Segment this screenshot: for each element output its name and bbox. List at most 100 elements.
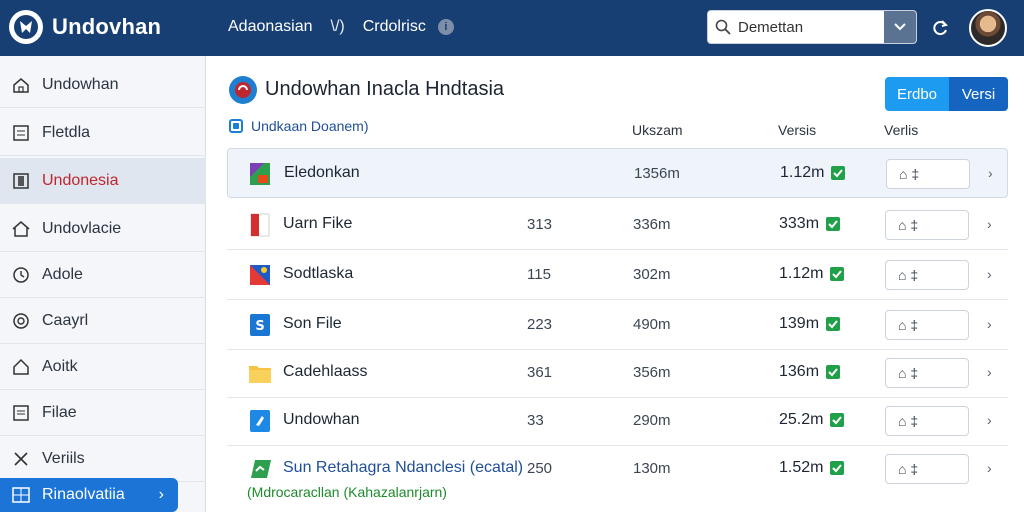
house-icon (0, 358, 42, 376)
folder-icon (247, 360, 273, 386)
check-icon (831, 166, 846, 180)
version-value: 1.12m (779, 265, 824, 282)
table-row[interactable]: Undowhan 33 290m 25.2m ⌂ ‡ › (227, 396, 1008, 446)
cell-size: 130m (633, 460, 671, 477)
check-icon (830, 267, 845, 281)
sidebar-item-label: Fletdla (42, 123, 91, 141)
app-file-icon (247, 408, 273, 434)
chevron-right-icon[interactable]: › (988, 165, 993, 181)
chevron-right-icon[interactable]: › (987, 364, 992, 380)
table-row[interactable]: Cadehlaass 361 356m 136m ⌂ ‡ › (227, 348, 1008, 398)
cell-size: 290m (633, 412, 671, 429)
search-input[interactable] (738, 11, 884, 43)
chevron-right-icon[interactable]: › (987, 316, 992, 332)
sidebar-item-label: Undonesia (42, 171, 119, 189)
settings-icon (0, 312, 42, 330)
sidebar-item-9[interactable]: Veriils (0, 436, 206, 482)
sidebar-item-6[interactable]: Caayrl (0, 298, 206, 344)
sidebar-item-label: Aoitk (42, 357, 78, 375)
sidebar-item-7[interactable]: Aoitk (0, 344, 206, 390)
column-header-1[interactable]: Ukszam (632, 122, 683, 138)
file-name[interactable]: Sodtlaska (283, 265, 353, 283)
version-value: 1.12m (780, 164, 825, 181)
search-box (707, 10, 917, 44)
title-logo-icon (229, 76, 257, 104)
cell-count: 115 (527, 266, 551, 283)
row-action-button[interactable]: ⌂ ‡ (885, 210, 969, 240)
sidebar-item-3[interactable]: Undonesia (0, 158, 206, 204)
file-name[interactable]: Uarn Fike (283, 215, 352, 233)
cell-version: 1.12m (780, 164, 846, 182)
check-icon (826, 365, 841, 379)
row-subtitle: (Mdrocaracllan (Kahazalanrjarn) (247, 484, 447, 500)
top-bar: Undovhan Adaonasian \/) Crdolrisc i (0, 0, 1024, 56)
version-value: 1.52m (779, 459, 824, 476)
sidebar-item-8[interactable]: Filae (0, 390, 206, 436)
grid-icon (0, 487, 42, 503)
toggle-button-a[interactable]: Erdbo (885, 77, 949, 111)
sidebar-item-1[interactable]: Undowhan (0, 62, 206, 108)
clock-icon (0, 266, 42, 284)
sidebar-item-2[interactable]: Fletdla (0, 110, 206, 156)
row-action-button[interactable]: ⌂ ‡ (885, 454, 969, 484)
checkbox[interactable] (229, 119, 243, 133)
house-icon (0, 220, 42, 238)
cell-size: 356m (633, 364, 671, 381)
list-icon (0, 404, 42, 422)
file-name[interactable]: Eledonkan (284, 164, 360, 182)
sidebar-item-5[interactable]: Adole (0, 252, 206, 298)
row-action-button[interactable]: ⌂ ‡ (885, 358, 969, 388)
refresh-icon[interactable] (928, 16, 952, 40)
sidebar-item-label: Adole (42, 265, 83, 283)
cell-count: 313 (527, 216, 553, 233)
brand-title: Undovhan (52, 14, 162, 39)
document-icon (0, 124, 42, 142)
cell-version: 139m (779, 315, 841, 333)
nav-item-1[interactable]: Adaonasian (228, 18, 313, 36)
table-row[interactable]: S Son File 223 490m 139m ⌂ ‡ › (227, 300, 1008, 350)
toggle-button-b[interactable]: Versi (949, 77, 1008, 111)
file-name[interactable]: Undowhan (283, 411, 360, 429)
top-nav: Adaonasian \/) Crdolrisc i (228, 18, 454, 36)
chevron-right-icon[interactable]: › (987, 412, 992, 428)
column-header-3[interactable]: Verlis (884, 122, 918, 138)
sidebar-item-label: Veriils (42, 449, 85, 467)
table-row[interactable]: Eledonkan 1356m 1.12m ⌂ ‡ › (227, 148, 1008, 198)
pdf-file-icon (247, 212, 273, 238)
cell-count: 223 (527, 316, 553, 333)
info-icon[interactable]: i (437, 19, 454, 35)
cell-version: 25.2m (779, 411, 845, 429)
sidebar-item-4[interactable]: Undovlacie (0, 206, 206, 252)
file-name[interactable]: Cadehlaass (283, 363, 368, 381)
cell-size: 1356m (634, 165, 680, 182)
chevron-right-icon[interactable]: › (987, 216, 992, 232)
select-all-row[interactable]: Undkaan Doanem) (229, 118, 369, 134)
nav-item-2[interactable]: Crdolrisc (363, 18, 426, 36)
chevron-right-icon[interactable]: › (987, 266, 992, 282)
version-value: 139m (779, 315, 820, 332)
svg-text:S: S (255, 319, 264, 334)
sidebar-item-label: Undowhan (42, 75, 119, 93)
column-header-2[interactable]: Versis (778, 122, 816, 138)
cell-version: 136m (779, 363, 841, 381)
cell-count: 361 (527, 364, 553, 381)
sidebar-item-label: Rinaolvatiia (42, 486, 125, 503)
row-action-button[interactable]: ⌂ ‡ (885, 260, 969, 290)
table-row[interactable]: Sodtlaska 115 302m 1.12m ⌂ ‡ › (227, 250, 1008, 300)
version-value: 333m (779, 215, 820, 232)
avatar[interactable] (969, 9, 1007, 47)
table-row[interactable]: Uarn Fike 313 336m 333m ⌂ ‡ › (227, 200, 1008, 250)
chevron-right-icon[interactable]: › (987, 460, 992, 476)
row-action-button[interactable]: ⌂ ‡ (885, 310, 969, 340)
row-action-button[interactable]: ⌂ ‡ (885, 406, 969, 436)
file-name[interactable]: Sun Retahagra Ndanclesi (ecatal) (283, 459, 523, 477)
home-icon (0, 76, 42, 94)
row-action-button[interactable]: ⌂ ‡ (886, 159, 970, 189)
nav-separator: \/) (330, 18, 345, 35)
panel-icon (0, 172, 42, 190)
search-dropdown-chevron-icon[interactable] (884, 11, 916, 43)
sidebar-item-10[interactable]: Rinaolvatiia › (0, 478, 178, 512)
sidebar-item-label: Caayrl (42, 311, 89, 329)
file-name[interactable]: Son File (283, 315, 342, 333)
check-icon (826, 317, 841, 331)
